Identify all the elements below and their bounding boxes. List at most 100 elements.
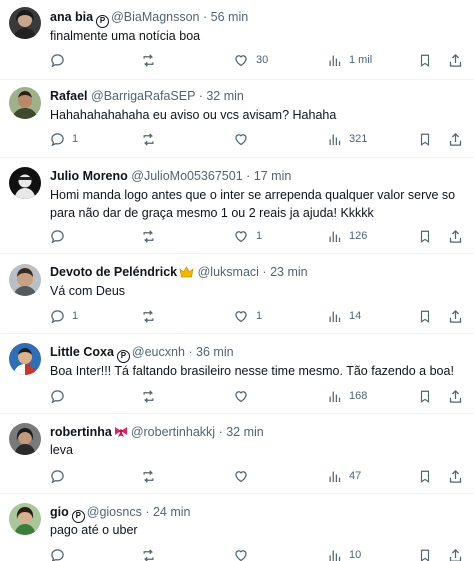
views-button[interactable]: 10 [327,547,361,561]
timestamp[interactable]: 24 min [153,505,191,519]
share-button[interactable] [448,52,463,68]
bookmark-button[interactable] [418,547,432,561]
retweet-button[interactable] [140,131,164,147]
avatar[interactable] [9,7,41,39]
share-button[interactable] [448,228,463,244]
handle[interactable]: @robertinhakkj [131,425,215,439]
display-name[interactable]: Julio Moreno [50,169,128,183]
tweet-text: pago até o uber [50,523,138,537]
reply-button[interactable] [50,547,72,561]
like-button[interactable]: 1 [233,228,262,244]
reply-button[interactable] [50,388,72,404]
share-button[interactable] [448,308,463,324]
heart-icon [235,54,247,66]
share-button[interactable] [448,388,463,404]
tweet[interactable]: ana bia P @BiaMagnsson · 56 min finalmente… [0,0,474,80]
handle[interactable]: @eucxnh [132,345,185,359]
handle[interactable]: @JulioMo05367501 [131,169,242,183]
view-count: 47 [349,470,362,482]
display-name[interactable]: robertinha [50,425,112,439]
view-count: 126 [349,230,368,242]
like-button[interactable] [233,547,256,561]
tweet[interactable]: Devoto de Peléndrick @luksmaci · 23 min … [0,254,474,334]
tweet[interactable]: gio P @giosncs · 24 min pago até o uber 10 [0,494,474,561]
timestamp[interactable]: 36 min [196,345,234,359]
like-button[interactable]: 30 [233,52,268,68]
share-button[interactable] [448,131,463,147]
bookmark-button[interactable] [418,52,432,68]
display-name[interactable]: Devoto de Peléndrick [50,265,177,279]
reply-button[interactable] [50,228,72,244]
share-icon [449,229,462,243]
reply-button[interactable] [50,52,72,68]
tweet[interactable]: robertinha @robertinhakkj · 32 min leva 4… [0,414,474,494]
views-button[interactable]: 47 [327,468,361,484]
avatar[interactable] [9,343,41,375]
timestamp[interactable]: 17 min [254,169,292,183]
timestamp[interactable]: 32 min [206,89,244,103]
bookmark-button[interactable] [418,388,432,404]
display-name[interactable]: gio [50,505,69,519]
retweet-button[interactable] [140,52,164,68]
tweet-text: Homi manda logo antes que o inter se arr… [50,188,456,220]
retweet-button[interactable] [140,547,164,561]
retweet-icon [143,53,154,67]
reply-icon [51,309,64,323]
tweet[interactable]: Julio Moreno @JulioMo05367501 · 17 min H… [0,158,474,254]
retweet-icon [143,548,154,561]
share-icon [449,389,462,403]
retweet-button[interactable] [140,468,164,484]
tweet[interactable]: Rafael @BarrigaRafaSEP · 32 min Hahahaha… [0,80,474,158]
views-button[interactable]: 168 [327,388,367,404]
share-button[interactable] [448,468,463,484]
retweet-button[interactable] [140,308,164,324]
separator-dot: · [218,425,223,439]
avatar[interactable] [9,423,41,455]
handle[interactable]: @luksmaci [198,265,259,279]
handle[interactable]: @BiaMagnsson [111,10,199,24]
share-icon [449,132,462,146]
like-button[interactable] [233,131,256,147]
views-button[interactable]: 126 [327,228,367,244]
avatar[interactable] [9,167,41,199]
views-button[interactable]: 1 mil [327,52,372,68]
avatar[interactable] [9,503,41,535]
analytics-icon [329,134,341,145]
bookmark-icon [420,470,430,483]
bookmark-button[interactable] [418,468,432,484]
display-name[interactable]: Little Coxa [50,345,114,359]
reply-button[interactable] [50,468,72,484]
action-bar: 1 126 [50,228,466,244]
view-count: 10 [349,549,362,561]
bookmark-button[interactable] [418,228,432,244]
action-bar: 47 [50,468,466,484]
reply-button[interactable]: 1 [50,308,78,324]
timestamp[interactable]: 56 min [211,10,249,24]
display-name[interactable]: ana bia [50,10,93,24]
bookmark-button[interactable] [418,131,432,147]
views-button[interactable]: 321 [327,131,367,147]
reply-button[interactable]: 1 [50,131,78,147]
tweet-text: Boa Inter!!! Tá faltando brasileiro ness… [50,364,454,378]
retweet-button[interactable] [140,388,164,404]
timestamp[interactable]: 23 min [270,265,308,279]
handle[interactable]: @BarrigaRafaSEP [91,89,195,103]
bookmark-button[interactable] [418,308,432,324]
retweet-icon [143,389,154,403]
tweet[interactable]: Little Coxa P @eucxnh · 36 min Boa Inter!!… [0,334,474,414]
timestamp[interactable]: 32 min [226,425,264,439]
like-count: 1 [256,230,263,242]
like-button[interactable] [233,468,256,484]
action-bar: 1 321 [50,131,466,147]
views-button[interactable]: 14 [327,308,361,324]
display-name[interactable]: Rafael [50,89,88,103]
retweet-button[interactable] [140,228,164,244]
handle[interactable]: @giosncs [87,505,142,519]
like-button[interactable] [233,388,256,404]
analytics-icon [329,391,341,402]
like-button[interactable]: 1 [233,308,262,324]
avatar[interactable] [9,87,41,119]
share-button[interactable] [448,547,463,561]
avatar[interactable] [9,264,41,296]
bookmark-icon [420,390,430,403]
